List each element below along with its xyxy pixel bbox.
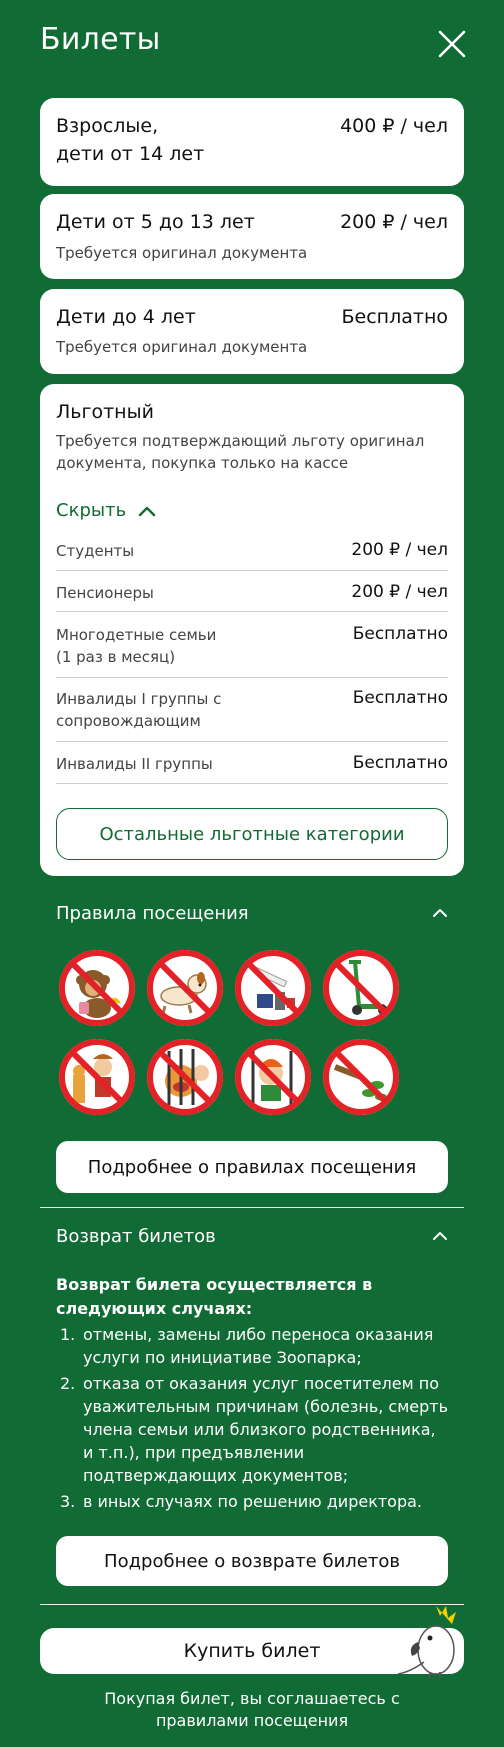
benefit-row-value: Бесплатно <box>352 753 448 773</box>
ticket-note: Требуется оригинал документа <box>56 338 308 356</box>
ticket-price: 400 ₽ / чел <box>340 115 448 137</box>
other-benefits-button[interactable]: Остальные льготные категории <box>56 808 448 860</box>
no-knocking-glass-icon <box>233 1037 313 1117</box>
ticket-note: Требуется подтверждающий льготу оригинал… <box>56 432 425 472</box>
no-feeding-animals-icon <box>57 948 137 1028</box>
list-item-text: отмены, замены либо переноса оказания ус… <box>83 1325 434 1367</box>
divider <box>56 611 448 612</box>
benefit-row-value: 200 ₽ / чел <box>351 540 448 560</box>
rules-more-button[interactable]: Подробнее о правилах посещения <box>56 1141 448 1193</box>
divider <box>40 1207 464 1208</box>
no-scooters-icon <box>321 948 401 1028</box>
list-item: 2. отказа от оказания услуг посетителем п… <box>56 1372 451 1487</box>
ticket-price: Бесплатно <box>341 306 449 328</box>
chevron-up-icon[interactable] <box>430 1226 450 1246</box>
benefit-row-label: Пенсионеры <box>56 584 154 602</box>
ticket-name: Дети до 4 лет <box>56 306 196 328</box>
benefit-toggle[interactable]: Скрыть <box>56 500 156 521</box>
list-item: 1. отмены, замены либо переноса оказания … <box>56 1323 451 1369</box>
ticket-card-benefit: Льготный Требуется подтверждающий льготу… <box>40 384 464 876</box>
ticket-card-children-under-4: Дети до 4 лет Бесплатно Требуется оригин… <box>40 289 464 374</box>
chevron-up-icon <box>138 506 156 516</box>
close-icon[interactable] <box>436 28 468 60</box>
returns-section-title: Возврат билетов <box>56 1226 216 1247</box>
benefit-row-value: 200 ₽ / чел <box>351 582 448 602</box>
divider <box>56 741 448 742</box>
ticket-name: Льготный <box>56 401 154 423</box>
chevron-up-icon[interactable] <box>430 903 450 923</box>
benefit-row-label: Студенты <box>56 542 135 560</box>
rules-section-title: Правила посещения <box>56 903 249 924</box>
no-teasing-animals-icon <box>57 1037 137 1117</box>
returns-list: 1. отмены, замены либо переноса оказания … <box>56 1323 451 1516</box>
benefit-row-label: Инвалиды II группы <box>56 755 213 773</box>
divider <box>56 677 448 678</box>
toggle-label: Скрыть <box>56 500 127 521</box>
ticket-note: Требуется оригинал документа <box>56 244 308 262</box>
list-item-text: в иных случаях по решению директора. <box>83 1492 423 1511</box>
ticket-card-adults: Взрослые, дети от 14 лет 400 ₽ / чел <box>40 98 464 186</box>
benefit-row-value: Бесплатно <box>352 688 448 708</box>
benefit-row-label: Многодетные семьи (1 раз в месяц) <box>56 626 217 666</box>
list-item-text: отказа от оказания услуг посетителем по … <box>83 1374 449 1485</box>
ticket-price: 200 ₽ / чел <box>340 211 448 233</box>
ticket-name: Дети от 5 до 13 лет <box>56 211 255 233</box>
ticket-name: Взрослые, дети от 14 лет <box>56 115 205 165</box>
returns-intro: Возврат билета осуществляется в следующи… <box>56 1275 373 1318</box>
no-pets-icon <box>145 948 225 1028</box>
no-smoking-icon <box>233 948 313 1028</box>
list-item: 3. в иных случаях по решению директора. <box>60 1492 423 1511</box>
no-climbing-enclosures-icon <box>145 1037 225 1117</box>
cockatoo-mascot-icon <box>396 1602 462 1678</box>
returns-more-button[interactable]: Подробнее о возврате билетов <box>56 1536 448 1586</box>
benefit-row-value: Бесплатно <box>352 624 448 644</box>
ticket-card-children-5-13: Дети от 5 до 13 лет 200 ₽ / чел Требуетс… <box>40 194 464 279</box>
page-title: Билеты <box>40 22 161 57</box>
purchase-agreement-text: Покупая билет, вы соглашаетесь с правила… <box>104 1689 400 1730</box>
benefit-row-label: Инвалиды I группы с сопровождающим <box>56 690 222 730</box>
divider <box>56 783 448 784</box>
divider <box>56 570 448 571</box>
no-breaking-plants-icon <box>321 1037 401 1117</box>
